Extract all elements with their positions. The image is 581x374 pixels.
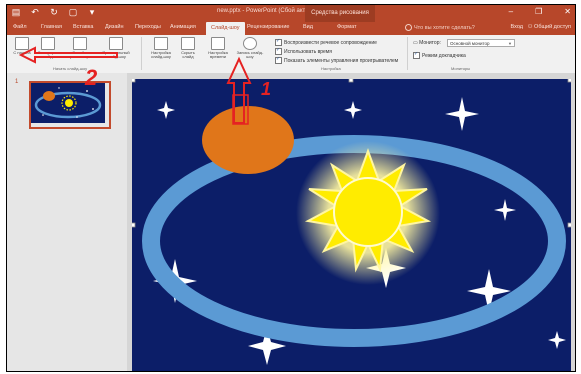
- tab-home[interactable]: Главная: [41, 24, 62, 30]
- tab-animation[interactable]: Анимация: [170, 24, 196, 30]
- timing-icon: [211, 37, 225, 50]
- tab-file[interactable]: Файл: [13, 24, 27, 30]
- minimize-icon[interactable]: –: [509, 7, 513, 16]
- powerpoint-window: ▤ ↶ ↻ ▢ ▾ new.pptx - PowerPoint (Сбой ак…: [6, 4, 576, 372]
- group-start-label: Начать слайд-шоу: [53, 66, 88, 71]
- tab-format[interactable]: Формат: [337, 24, 357, 30]
- custom-show-icon: [109, 37, 123, 50]
- present-icon[interactable]: ▢: [68, 7, 78, 17]
- slide-thumbnails-pane: 1: [7, 73, 127, 371]
- tab-transitions[interactable]: Переходы: [135, 24, 161, 30]
- online-present-button[interactable]: Онлайн-презентация: [65, 35, 95, 60]
- title-bar: ▤ ↶ ↻ ▢ ▾ new.pptx - PowerPoint (Сбой ак…: [7, 5, 575, 22]
- monitor-icon: ▭: [413, 40, 418, 46]
- close-icon[interactable]: ✕: [564, 7, 571, 16]
- sun-shape: [296, 141, 440, 285]
- group-setup-label: Настройка: [321, 66, 341, 71]
- share-icon: ⚇: [527, 24, 533, 30]
- slide-thumbnail[interactable]: [29, 81, 111, 129]
- slide-editor-area: [127, 73, 575, 371]
- signin-link[interactable]: Вход: [511, 24, 523, 30]
- share-button[interactable]: Общий доступ: [534, 24, 571, 30]
- slideshow-current-icon: [41, 37, 55, 50]
- record-icon: [243, 37, 257, 50]
- record-slideshow-button[interactable]: Запись слайд-шоу: [235, 35, 265, 60]
- save-icon[interactable]: ▤: [11, 7, 21, 17]
- custom-slideshow-button[interactable]: Произвольный слайд-шоу: [99, 35, 133, 60]
- presenter-view-box[interactable]: [413, 51, 420, 59]
- checkbox-timings-box[interactable]: [275, 47, 282, 55]
- ribbon-slideshow: С начала С текущего слайда Онлайн-презен…: [7, 35, 575, 74]
- monitor-label: ▭ Монитор:: [413, 40, 441, 46]
- account-area: Вход ⚇ Общий доступ: [511, 24, 571, 30]
- restore-icon[interactable]: ❐: [535, 7, 542, 16]
- quick-access-toolbar: ▤ ↶ ↻ ▢ ▾: [11, 7, 97, 17]
- slideshow-start-icon: [15, 37, 29, 50]
- customize-dropdown-icon[interactable]: ▾: [87, 7, 97, 17]
- window-controls: – ❐ ✕: [509, 7, 571, 16]
- drawing-tools-context: Средства рисования: [305, 5, 375, 22]
- tab-review[interactable]: Рецензирование: [247, 24, 289, 30]
- slide-number: 1: [15, 79, 19, 85]
- thumbnail-image: [31, 83, 105, 123]
- group-divider: [141, 37, 142, 70]
- setup-slideshow-button[interactable]: Настройка слайд-шоу: [147, 35, 175, 60]
- group-divider: [407, 37, 408, 70]
- checkbox-narrations-box[interactable]: [275, 38, 282, 46]
- setup-icon: [154, 37, 168, 50]
- lightbulb-icon: [405, 24, 412, 31]
- tab-insert[interactable]: Вставка: [73, 24, 93, 30]
- slide-content: [132, 79, 571, 371]
- group-monitors-label: Мониторы: [451, 66, 471, 71]
- redo-icon[interactable]: ↻: [49, 7, 59, 17]
- from-current-button[interactable]: С текущего слайда: [35, 35, 61, 60]
- checkbox-media-controls[interactable]: Показать элементы управления проигрывате…: [275, 56, 398, 64]
- rehearse-timings-button[interactable]: Настройка времени: [203, 35, 233, 60]
- hide-slide-icon: [181, 37, 195, 50]
- ribbon-tabs: Файл Главная Вставка Дизайн Переходы Ани…: [7, 22, 575, 35]
- checkbox-narrations[interactable]: Воспроизвести речевое сопровождение: [275, 38, 377, 46]
- tab-design[interactable]: Дизайн: [105, 24, 124, 30]
- tab-slideshow[interactable]: Слайд-шоу: [206, 22, 245, 35]
- slide-canvas[interactable]: [132, 79, 571, 371]
- checkbox-media-controls-box[interactable]: [275, 56, 282, 64]
- undo-icon[interactable]: ↶: [30, 7, 40, 17]
- tell-me-search[interactable]: Что вы хотите сделать?: [405, 24, 475, 31]
- checkbox-timings[interactable]: Использовать время: [275, 47, 332, 55]
- hide-slide-button[interactable]: Скрыть слайд: [177, 35, 199, 60]
- from-beginning-button[interactable]: С начала: [11, 35, 33, 55]
- planet-shape: [202, 106, 294, 174]
- monitor-dropdown[interactable]: Основной монитор ▼: [447, 39, 515, 47]
- online-icon: [73, 37, 87, 50]
- presenter-view-checkbox[interactable]: Режим докладчика: [413, 51, 466, 59]
- chevron-down-icon: ▼: [508, 41, 512, 46]
- tab-view[interactable]: Вид: [303, 24, 313, 30]
